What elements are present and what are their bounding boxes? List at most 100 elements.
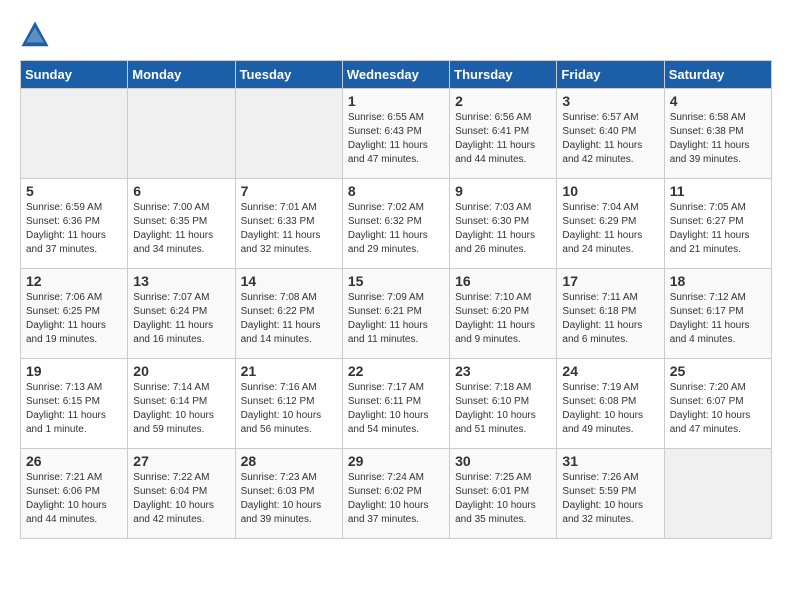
day-number: 10 xyxy=(562,183,658,199)
day-cell: 16 Sunrise: 7:10 AM Sunset: 6:20 PM Dayli… xyxy=(450,269,557,359)
header-cell-monday: Monday xyxy=(128,61,235,89)
day-number: 23 xyxy=(455,363,551,379)
day-info: Sunrise: 7:25 AM Sunset: 6:01 PM Dayligh… xyxy=(455,471,551,527)
day-info: Sunrise: 7:03 AM Sunset: 6:30 PM Dayligh… xyxy=(455,201,551,257)
header-cell-wednesday: Wednesday xyxy=(342,61,449,89)
day-number: 13 xyxy=(133,273,229,289)
header-cell-tuesday: Tuesday xyxy=(235,61,342,89)
day-cell: 24 Sunrise: 7:19 AM Sunset: 6:08 PM Dayli… xyxy=(557,359,664,449)
day-info: Sunrise: 7:02 AM Sunset: 6:32 PM Dayligh… xyxy=(348,201,444,257)
day-number: 11 xyxy=(670,183,766,199)
day-cell xyxy=(664,449,771,539)
day-cell: 7 Sunrise: 7:01 AM Sunset: 6:33 PM Daylig… xyxy=(235,179,342,269)
day-number: 31 xyxy=(562,453,658,469)
day-number: 14 xyxy=(241,273,337,289)
day-cell: 4 Sunrise: 6:58 AM Sunset: 6:38 PM Daylig… xyxy=(664,89,771,179)
day-cell: 26Sunrise: 7:21 AM Sunset: 6:06 PM Dayli… xyxy=(21,449,128,539)
logo-icon xyxy=(20,20,50,50)
day-cell: 23Sunrise: 7:18 AM Sunset: 6:10 PM Dayli… xyxy=(450,359,557,449)
day-number: 18 xyxy=(670,273,766,289)
day-number: 3 xyxy=(562,93,658,109)
day-cell: 8Sunrise: 7:02 AM Sunset: 6:32 PM Daylig… xyxy=(342,179,449,269)
header-row: SundayMondayTuesdayWednesdayThursdayFrid… xyxy=(21,61,772,89)
day-info: Sunrise: 7:17 AM Sunset: 6:11 PM Dayligh… xyxy=(348,381,444,437)
day-info: Sunrise: 7:08 AM Sunset: 6:22 PM Dayligh… xyxy=(241,291,337,347)
day-number: 24 xyxy=(562,363,658,379)
day-cell: 31 Sunrise: 7:26 AM Sunset: 5:59 PM Dayli… xyxy=(557,449,664,539)
day-cell: 10 Sunrise: 7:04 AM Sunset: 6:29 PM Dayli… xyxy=(557,179,664,269)
day-cell xyxy=(128,89,235,179)
day-cell: 29 Sunrise: 7:24 AM Sunset: 6:02 PM Dayli… xyxy=(342,449,449,539)
day-number: 7 xyxy=(241,183,337,199)
week-row-4: 19Sunrise: 7:13 AM Sunset: 6:15 PM Dayli… xyxy=(21,359,772,449)
day-info: Sunrise: 7:00 AM Sunset: 6:35 PM Dayligh… xyxy=(133,201,229,257)
day-number: 22 xyxy=(348,363,444,379)
day-cell: 30 Sunrise: 7:25 AM Sunset: 6:01 PM Dayli… xyxy=(450,449,557,539)
day-info: Sunrise: 7:19 AM Sunset: 6:08 PM Dayligh… xyxy=(562,381,658,437)
day-cell xyxy=(21,89,128,179)
day-info: Sunrise: 7:11 AM Sunset: 6:18 PM Dayligh… xyxy=(562,291,658,347)
logo xyxy=(20,20,54,50)
week-row-2: 5Sunrise: 6:59 AM Sunset: 6:36 PM Daylig… xyxy=(21,179,772,269)
day-info: Sunrise: 6:58 AM Sunset: 6:38 PM Dayligh… xyxy=(670,111,766,167)
day-cell: 20 Sunrise: 7:14 AM Sunset: 6:14 PM Dayli… xyxy=(128,359,235,449)
day-number: 21 xyxy=(241,363,337,379)
day-info: Sunrise: 7:01 AM Sunset: 6:33 PM Dayligh… xyxy=(241,201,337,257)
day-info: Sunrise: 7:12 AM Sunset: 6:17 PM Dayligh… xyxy=(670,291,766,347)
day-cell: 11 Sunrise: 7:05 AM Sunset: 6:27 PM Dayli… xyxy=(664,179,771,269)
day-number: 29 xyxy=(348,453,444,469)
day-info: Sunrise: 7:20 AM Sunset: 6:07 PM Dayligh… xyxy=(670,381,766,437)
day-number: 27 xyxy=(133,453,229,469)
day-cell: 14 Sunrise: 7:08 AM Sunset: 6:22 PM Dayli… xyxy=(235,269,342,359)
day-number: 15 xyxy=(348,273,444,289)
day-info: Sunrise: 7:10 AM Sunset: 6:20 PM Dayligh… xyxy=(455,291,551,347)
day-info: Sunrise: 7:24 AM Sunset: 6:02 PM Dayligh… xyxy=(348,471,444,527)
week-row-3: 12 Sunrise: 7:06 AM Sunset: 6:25 PM Dayli… xyxy=(21,269,772,359)
calendar-table: SundayMondayTuesdayWednesdayThursdayFrid… xyxy=(20,60,772,539)
day-number: 30 xyxy=(455,453,551,469)
day-info: Sunrise: 7:05 AM Sunset: 6:27 PM Dayligh… xyxy=(670,201,766,257)
page-header xyxy=(20,20,772,50)
day-info: Sunrise: 6:57 AM Sunset: 6:40 PM Dayligh… xyxy=(562,111,658,167)
day-info: Sunrise: 7:09 AM Sunset: 6:21 PM Dayligh… xyxy=(348,291,444,347)
day-cell: 25 Sunrise: 7:20 AM Sunset: 6:07 PM Dayli… xyxy=(664,359,771,449)
day-cell: 15 Sunrise: 7:09 AM Sunset: 6:21 PM Dayli… xyxy=(342,269,449,359)
header-cell-friday: Friday xyxy=(557,61,664,89)
day-number: 5 xyxy=(26,183,122,199)
header-cell-sunday: Sunday xyxy=(21,61,128,89)
day-cell: 27 Sunrise: 7:22 AM Sunset: 6:04 PM Dayli… xyxy=(128,449,235,539)
day-number: 2 xyxy=(455,93,551,109)
day-number: 1 xyxy=(348,93,444,109)
day-cell: 17 Sunrise: 7:11 AM Sunset: 6:18 PM Dayli… xyxy=(557,269,664,359)
day-cell: 6 Sunrise: 7:00 AM Sunset: 6:35 PM Daylig… xyxy=(128,179,235,269)
day-cell: 3 Sunrise: 6:57 AM Sunset: 6:40 PM Daylig… xyxy=(557,89,664,179)
day-cell: 5Sunrise: 6:59 AM Sunset: 6:36 PM Daylig… xyxy=(21,179,128,269)
day-number: 12 xyxy=(26,273,122,289)
day-number: 17 xyxy=(562,273,658,289)
week-row-1: 1Sunrise: 6:55 AM Sunset: 6:43 PM Daylig… xyxy=(21,89,772,179)
day-info: Sunrise: 6:56 AM Sunset: 6:41 PM Dayligh… xyxy=(455,111,551,167)
day-number: 25 xyxy=(670,363,766,379)
header-cell-saturday: Saturday xyxy=(664,61,771,89)
day-cell: 22 Sunrise: 7:17 AM Sunset: 6:11 PM Dayli… xyxy=(342,359,449,449)
day-info: Sunrise: 7:22 AM Sunset: 6:04 PM Dayligh… xyxy=(133,471,229,527)
day-number: 19 xyxy=(26,363,122,379)
day-number: 6 xyxy=(133,183,229,199)
day-info: Sunrise: 7:06 AM Sunset: 6:25 PM Dayligh… xyxy=(26,291,122,347)
day-info: Sunrise: 7:23 AM Sunset: 6:03 PM Dayligh… xyxy=(241,471,337,527)
day-number: 28 xyxy=(241,453,337,469)
day-number: 16 xyxy=(455,273,551,289)
day-cell: 2 Sunrise: 6:56 AM Sunset: 6:41 PM Daylig… xyxy=(450,89,557,179)
day-cell: 12 Sunrise: 7:06 AM Sunset: 6:25 PM Dayli… xyxy=(21,269,128,359)
day-cell xyxy=(235,89,342,179)
day-number: 4 xyxy=(670,93,766,109)
day-number: 9 xyxy=(455,183,551,199)
day-cell: 19Sunrise: 7:13 AM Sunset: 6:15 PM Dayli… xyxy=(21,359,128,449)
day-info: Sunrise: 7:26 AM Sunset: 5:59 PM Dayligh… xyxy=(562,471,658,527)
week-row-5: 26Sunrise: 7:21 AM Sunset: 6:06 PM Dayli… xyxy=(21,449,772,539)
day-number: 20 xyxy=(133,363,229,379)
day-info: Sunrise: 7:04 AM Sunset: 6:29 PM Dayligh… xyxy=(562,201,658,257)
day-info: Sunrise: 7:14 AM Sunset: 6:14 PM Dayligh… xyxy=(133,381,229,437)
day-cell: 1Sunrise: 6:55 AM Sunset: 6:43 PM Daylig… xyxy=(342,89,449,179)
day-number: 26 xyxy=(26,453,122,469)
